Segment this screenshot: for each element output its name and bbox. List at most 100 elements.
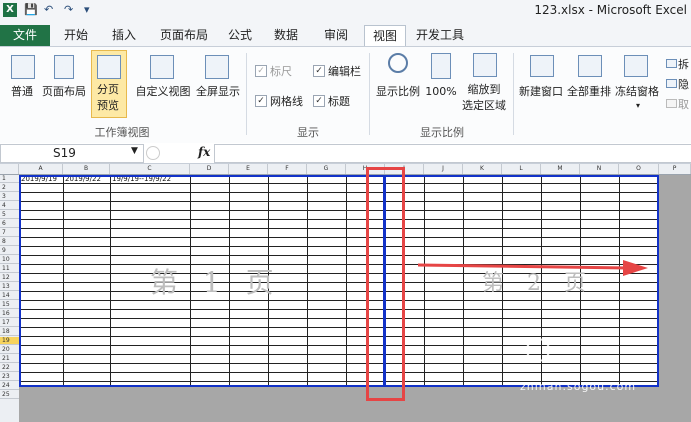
column-header[interactable]: F xyxy=(268,164,307,174)
row-header[interactable]: 8 xyxy=(0,238,19,246)
row-header[interactable]: 1 xyxy=(0,175,19,183)
page-break-preview-icon xyxy=(97,55,121,79)
row-header[interactable]: 20 xyxy=(0,346,19,354)
split-button[interactable]: 拆 xyxy=(678,56,689,72)
row-header[interactable]: 15 xyxy=(0,301,19,309)
row-header[interactable]: 18 xyxy=(0,328,19,336)
window-title: 123.xlsx - Microsoft Excel xyxy=(534,3,687,17)
excel-app-icon[interactable]: X xyxy=(3,3,17,17)
arrange-all-button[interactable]: 全部重排 xyxy=(564,85,614,99)
tab-file[interactable]: 文件 xyxy=(0,25,50,46)
page-break-border xyxy=(19,175,659,387)
tab-formulas[interactable]: 公式 xyxy=(222,25,258,46)
save-icon[interactable]: 💾 xyxy=(24,3,38,17)
gridlines-checkbox[interactable]: ✓ xyxy=(255,95,267,107)
tab-view[interactable]: 视图 xyxy=(364,25,406,47)
row-header[interactable]: 17 xyxy=(0,319,19,327)
formula-input[interactable] xyxy=(214,144,691,163)
column-header[interactable]: L xyxy=(502,164,541,174)
row-header[interactable]: 23 xyxy=(0,373,19,381)
new-window-icon xyxy=(530,55,554,77)
row-header[interactable]: 24 xyxy=(0,382,19,390)
row-header[interactable]: 10 xyxy=(0,256,19,264)
row-header[interactable]: 5 xyxy=(0,211,19,219)
zoom-100-button[interactable]: 100% xyxy=(424,85,458,99)
row-header[interactable]: 14 xyxy=(0,292,19,300)
cancel-entry-icon[interactable] xyxy=(146,146,160,160)
row-header-selected[interactable]: 19 xyxy=(0,337,19,345)
freeze-panes-icon xyxy=(624,55,648,77)
column-header[interactable]: E xyxy=(229,164,268,174)
tab-page-layout[interactable]: 页面布局 xyxy=(154,25,214,46)
page-break-preview-label-1: 分页 xyxy=(97,83,119,96)
formula-bar-checkbox[interactable]: ✓ xyxy=(313,65,325,77)
column-header[interactable]: A xyxy=(19,164,63,174)
ruler-checkbox[interactable]: ✓ xyxy=(255,65,267,77)
tab-review[interactable]: 审阅 xyxy=(316,25,356,46)
column-header[interactable]: B xyxy=(63,164,110,174)
row-header[interactable]: 25 xyxy=(0,391,19,399)
row-header[interactable]: 22 xyxy=(0,364,19,372)
row-header[interactable]: 21 xyxy=(0,355,19,363)
group-separator xyxy=(369,53,370,135)
name-box[interactable]: S19 xyxy=(0,144,144,163)
row-header[interactable]: 13 xyxy=(0,283,19,291)
arrange-all-icon xyxy=(578,55,602,77)
zoom-to-selection-icon xyxy=(473,53,497,77)
unhide-button[interactable]: 取 xyxy=(678,96,689,112)
insert-function-icon[interactable]: fx xyxy=(198,145,210,159)
tab-data[interactable]: 数据 xyxy=(266,25,306,46)
tab-developer[interactable]: 开发工具 xyxy=(410,25,470,46)
redo-icon[interactable]: ↷ xyxy=(64,3,73,17)
column-header[interactable]: J xyxy=(424,164,463,174)
row-header[interactable]: 12 xyxy=(0,274,19,282)
row-header[interactable]: 16 xyxy=(0,310,19,318)
column-header[interactable]: C xyxy=(110,164,190,174)
column-header[interactable]: D xyxy=(190,164,229,174)
row-header[interactable]: 6 xyxy=(0,220,19,228)
column-header[interactable]: O xyxy=(619,164,659,174)
column-header[interactable]: P xyxy=(659,164,691,174)
normal-view-button[interactable]: 普通 xyxy=(2,85,42,99)
row-header[interactable]: 7 xyxy=(0,229,19,237)
title-bar: X 💾 ↶ ↷ ▾ 123.xlsx - Microsoft Excel xyxy=(0,0,691,22)
zoom-button[interactable]: 显示比例 xyxy=(372,85,424,99)
column-header[interactable]: N xyxy=(580,164,619,174)
row-header[interactable]: 3 xyxy=(0,193,19,201)
zoom-magnifier-icon xyxy=(388,53,408,73)
tab-home[interactable]: 开始 xyxy=(56,25,96,46)
freeze-panes-dropdown-icon[interactable]: ▾ xyxy=(632,99,644,113)
freeze-panes-button[interactable]: 冻结窗格 xyxy=(612,85,662,99)
split-icon xyxy=(666,59,677,68)
select-all-corner[interactable] xyxy=(0,164,19,174)
row-header[interactable]: 9 xyxy=(0,247,19,255)
page-break-preview-label-2: 预览 xyxy=(97,99,119,112)
page-layout-view-button[interactable]: 页面布局 xyxy=(40,85,88,99)
workbook-views-group-label: 工作簿视图 xyxy=(94,126,150,139)
row-header-bar: 1 2 3 4 5 6 7 8 9 10 11 12 13 14 15 16 1… xyxy=(0,175,19,422)
row-header[interactable]: 11 xyxy=(0,265,19,273)
column-header[interactable]: M xyxy=(541,164,580,174)
zoom-to-selection-label-1[interactable]: 缩放到 xyxy=(458,83,510,97)
custom-views-button[interactable]: 自定义视图 xyxy=(134,85,192,99)
group-separator xyxy=(513,53,514,135)
headings-checkbox[interactable]: ✓ xyxy=(313,95,325,107)
column-header[interactable]: K xyxy=(463,164,502,174)
customize-icon[interactable]: ▾ xyxy=(84,3,90,17)
red-arrow-icon xyxy=(418,260,648,276)
hide-button[interactable]: 隐 xyxy=(678,76,689,92)
row-header[interactable]: 2 xyxy=(0,184,19,192)
site-watermark-text: zhihan.sogou.com xyxy=(520,380,637,393)
page-layout-view-icon xyxy=(54,55,74,79)
name-box-dropdown-icon[interactable]: ▼ xyxy=(131,146,138,156)
undo-icon[interactable]: ↶ xyxy=(44,3,53,17)
full-screen-button[interactable]: 全屏显示 xyxy=(194,85,242,99)
column-header[interactable]: G xyxy=(307,164,346,174)
gridlines-label: 网格线 xyxy=(270,95,303,108)
zoom-to-selection-label-2[interactable]: 选定区域 xyxy=(458,99,510,113)
tab-insert[interactable]: 插入 xyxy=(104,25,144,46)
row-header[interactable]: 4 xyxy=(0,202,19,210)
full-screen-icon xyxy=(205,55,229,79)
new-window-button[interactable]: 新建窗口 xyxy=(516,85,566,99)
unhide-icon xyxy=(666,99,677,108)
